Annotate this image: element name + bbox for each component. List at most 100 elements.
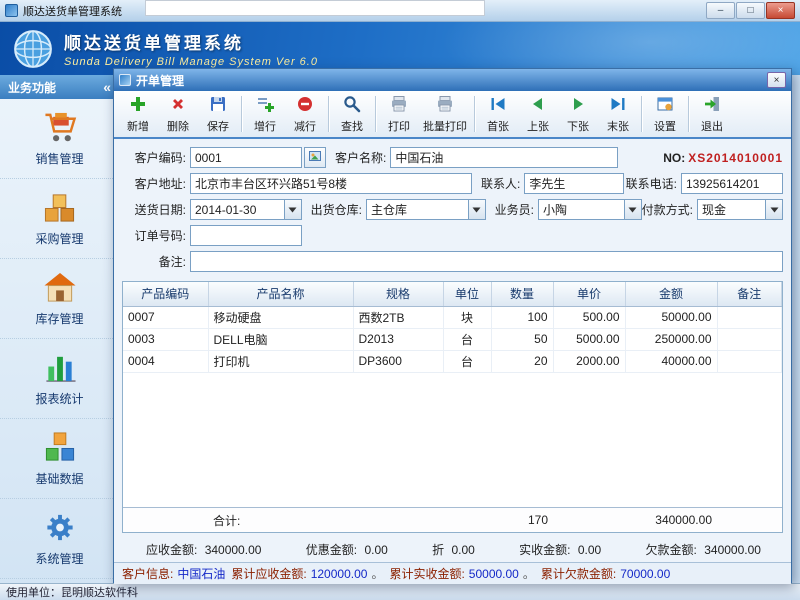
toolbar-print-button[interactable]: 打印 xyxy=(379,92,419,136)
toolbar-next-button[interactable]: 下张 xyxy=(558,92,598,136)
grid-total-row: 合计: 170 340000.00 xyxy=(123,507,782,532)
sidebar-item-basedata[interactable]: 基础数据 xyxy=(0,419,119,499)
cell-qty: 20 xyxy=(491,350,553,372)
toolbar-delete-button[interactable]: 删除 xyxy=(158,92,198,136)
contact-input[interactable] xyxy=(524,173,624,194)
total-received-value: 50000.00 xyxy=(469,567,519,581)
toolbar-batch-print-button[interactable]: 批量打印 xyxy=(419,92,471,136)
sidebar-item-reports[interactable]: 报表统计 xyxy=(0,339,119,419)
toolbar-settings-button[interactable]: 设置 xyxy=(645,92,685,136)
sidebar-title: 业务功能 xyxy=(8,79,56,96)
dialog-title: 开单管理 xyxy=(136,72,184,89)
sidebar-item-purchase[interactable]: 采购管理 xyxy=(0,179,119,259)
col-header-unit[interactable]: 单位 xyxy=(443,282,491,306)
toolbar-remove-row-button[interactable]: 减行 xyxy=(285,92,325,136)
remark-input[interactable] xyxy=(190,251,783,272)
minimize-button[interactable]: – xyxy=(706,2,735,19)
collapse-sidebar-button[interactable]: « xyxy=(103,80,111,94)
table-row[interactable]: 0003 DELL电脑 D2013 台 50 5000.00 250000.00 xyxy=(123,328,782,350)
address-input[interactable] xyxy=(190,173,472,194)
toolbar-new-button[interactable]: 新增 xyxy=(118,92,158,136)
customer-browse-button[interactable] xyxy=(304,147,326,168)
payment-select[interactable]: 现金 xyxy=(697,199,783,220)
total-receivable-value: 120000.00 xyxy=(311,567,368,581)
cell-remark xyxy=(717,328,782,350)
cell-unit: 台 xyxy=(443,350,491,372)
sidebar-item-system[interactable]: 系统管理 xyxy=(0,499,119,579)
chevron-down-icon[interactable] xyxy=(468,200,485,219)
red-x-icon xyxy=(169,95,187,116)
grid-empty-area xyxy=(123,373,782,508)
receivable-amount: 应收金额: 340000.00 xyxy=(146,541,261,558)
toolbar-search-button[interactable]: 查找 xyxy=(332,92,372,136)
house-icon xyxy=(42,271,78,307)
table-row[interactable]: 0007 移动硬盘 西数2TB 块 100 500.00 50000.00 xyxy=(123,306,782,328)
cell-spec: 西数2TB xyxy=(353,306,443,328)
sidebar-item-label: 基础数据 xyxy=(35,470,83,487)
picture-icon xyxy=(308,149,322,166)
dialog-toolbar: 新增 删除 保存 增行 减行 查找 xyxy=(114,91,791,139)
table-row[interactable]: 0004 打印机 DP3600 台 20 2000.00 40000.00 xyxy=(123,350,782,372)
sidebar-item-inventory[interactable]: 库存管理 xyxy=(0,259,119,339)
toolbar-separator xyxy=(241,96,242,132)
maximize-button[interactable]: □ xyxy=(736,2,765,19)
sidebar-header: 业务功能 « xyxy=(0,75,119,99)
billing-dialog: 开单管理 × 新增 删除 保存 增行 减行 xyxy=(113,68,792,583)
cell-amount: 250000.00 xyxy=(625,328,717,350)
toolbar-last-button[interactable]: 末张 xyxy=(598,92,638,136)
col-header-product-code[interactable]: 产品编码 xyxy=(123,282,208,306)
col-header-price[interactable]: 单价 xyxy=(553,282,625,306)
customer-code-input[interactable] xyxy=(190,147,302,168)
minus-circle-icon xyxy=(296,95,314,116)
dialog-titlebar[interactable]: 开单管理 × xyxy=(114,69,791,91)
dialog-close-button[interactable]: × xyxy=(767,72,786,88)
sidebar-item-label: 采购管理 xyxy=(35,230,83,247)
col-header-spec[interactable]: 规格 xyxy=(353,282,443,306)
payment-label: 付款方式: xyxy=(642,201,693,218)
prev-record-icon xyxy=(529,95,547,116)
warehouse-label: 出货仓库: xyxy=(311,201,362,218)
close-button[interactable]: × xyxy=(766,2,795,19)
toolbar-first-button[interactable]: 首张 xyxy=(478,92,518,136)
next-record-icon xyxy=(569,95,587,116)
cell-product-name: DELL电脑 xyxy=(208,328,353,350)
col-header-amount[interactable]: 金额 xyxy=(625,282,717,306)
gear-icon xyxy=(42,511,78,547)
cell-product-name: 打印机 xyxy=(208,350,353,372)
cell-spec: DP3600 xyxy=(353,350,443,372)
shopping-cart-icon xyxy=(41,111,79,147)
total-qty: 170 xyxy=(491,513,553,527)
order-no-label: 订单号码: xyxy=(122,227,186,244)
sidebar: 业务功能 « 销售管理 采购管理 xyxy=(0,75,120,583)
toolbar-prev-button[interactable]: 上张 xyxy=(518,92,558,136)
sidebar-item-sales[interactable]: 销售管理 xyxy=(0,99,119,179)
delivery-date-picker[interactable]: 2014-01-30 xyxy=(190,199,302,220)
toolbar-separator xyxy=(641,96,642,132)
salesman-select[interactable]: 小陶 xyxy=(538,199,642,220)
amount-summary: 应收金额: 340000.00 优惠金额: 0.00 折 0.00 实收金额: … xyxy=(114,537,791,562)
toolbar-separator xyxy=(688,96,689,132)
last-record-icon xyxy=(609,95,627,116)
chevron-down-icon[interactable] xyxy=(284,200,301,219)
col-header-product-name[interactable]: 产品名称 xyxy=(208,282,353,306)
phone-input[interactable] xyxy=(681,173,783,194)
chevron-down-icon[interactable] xyxy=(624,200,641,219)
toolbar-save-button[interactable]: 保存 xyxy=(198,92,238,136)
col-header-qty[interactable]: 数量 xyxy=(491,282,553,306)
magnifier-icon xyxy=(343,95,361,116)
cell-amount: 40000.00 xyxy=(625,350,717,372)
address-label: 客户地址: xyxy=(122,175,186,192)
order-no-input[interactable] xyxy=(190,225,302,246)
chevron-down-icon[interactable] xyxy=(765,200,782,219)
customer-name-input[interactable] xyxy=(390,147,618,168)
warehouse-select[interactable]: 主仓库 xyxy=(366,199,486,220)
customer-name-label: 客户名称: xyxy=(335,149,386,166)
cell-product-code: 0004 xyxy=(123,350,208,372)
printer-icon xyxy=(436,95,454,116)
col-header-remark[interactable]: 备注 xyxy=(717,282,782,306)
plus-icon xyxy=(129,95,147,116)
toolbar-exit-button[interactable]: 退出 xyxy=(692,92,732,136)
app-window: 顺达送货单管理系统 – □ × 顺达送货单管理系统 Sunda Delivery… xyxy=(0,0,800,600)
bill-no-label: NO: xyxy=(663,151,685,165)
toolbar-add-row-button[interactable]: 增行 xyxy=(245,92,285,136)
